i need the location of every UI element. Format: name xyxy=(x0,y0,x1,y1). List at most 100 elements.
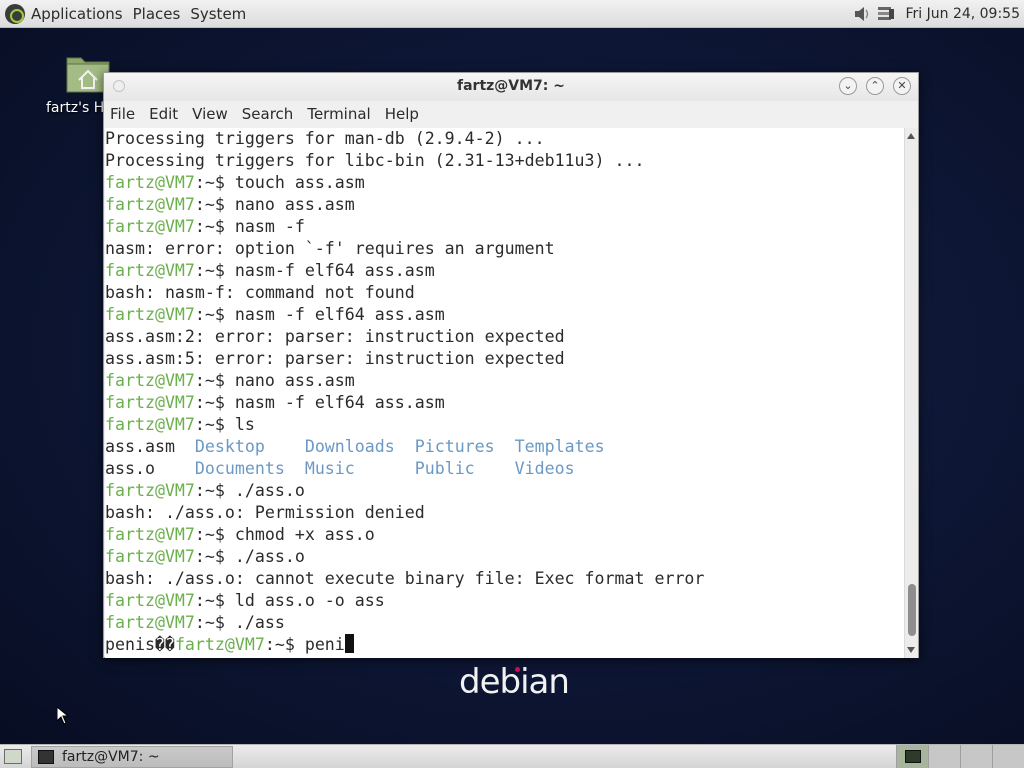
close-button[interactable]: ✕ xyxy=(893,77,911,95)
command-text: touch ass.asm xyxy=(234,173,365,192)
file-entry: ass.o xyxy=(105,459,195,478)
menu-search[interactable]: Search xyxy=(242,105,294,123)
directory-entry: Music xyxy=(304,459,415,478)
command-line: fartz@VM7:~$ ld ass.o -o ass xyxy=(105,590,905,612)
window-titlebar[interactable]: fartz@VM7: ~ ⌄ ⌃ ✕ xyxy=(104,73,918,101)
output-text: ass.asm:5: error: parser: instruction ex… xyxy=(105,349,565,368)
prompt-symbol: :~$ xyxy=(194,173,235,192)
command-line: fartz@VM7:~$ ./ass.o xyxy=(105,480,905,502)
directory-entry: Public xyxy=(414,459,515,478)
menu-help[interactable]: Help xyxy=(385,105,419,123)
clock[interactable]: Fri Jun 24, 09:55 xyxy=(905,6,1020,22)
mate-logo-icon[interactable] xyxy=(5,3,25,24)
workspace-2[interactable] xyxy=(928,745,960,768)
minimize-button[interactable]: ⌄ xyxy=(839,77,857,95)
menu-terminal[interactable]: Terminal xyxy=(307,105,370,123)
prompt-user-host: fartz@VM7 xyxy=(105,547,195,566)
current-prompt-line: penis��fartz@VM7:~$ peni xyxy=(105,634,905,656)
prompt-user-host: fartz@VM7 xyxy=(105,415,195,434)
menu-file[interactable]: File xyxy=(110,105,135,123)
text-cursor xyxy=(344,634,354,653)
prompt-user-host: fartz@VM7 xyxy=(105,481,195,500)
speaker-icon[interactable] xyxy=(853,5,871,23)
prompt-user-host: fartz@VM7 xyxy=(105,173,195,192)
output-text: Processing triggers for libc-bin (2.31-1… xyxy=(105,151,645,170)
output-line: bash: ./ass.o: cannot execute binary fil… xyxy=(105,568,905,590)
prompt-symbol: :~$ xyxy=(194,613,235,632)
terminal-icon xyxy=(38,750,54,764)
command-text: nasm-f elf64 ass.asm xyxy=(234,261,435,280)
prompt-symbol: :~$ xyxy=(194,305,235,324)
output-line: ass.asm:2: error: parser: instruction ex… xyxy=(105,326,905,348)
bottom-panel: fartz@VM7: ~ xyxy=(0,744,1024,768)
workspace-window-thumbnail xyxy=(905,750,921,763)
prompt-user-host: fartz@VM7 xyxy=(105,195,195,214)
system-tray: Fri Jun 24, 09:55 xyxy=(853,0,1020,28)
output-line: Processing triggers for man-db (2.9.4-2)… xyxy=(105,128,905,150)
places-menu[interactable]: Places xyxy=(133,5,181,23)
command-text: ls xyxy=(234,415,255,434)
command-text: ./ass.o xyxy=(234,547,305,566)
output-text: ass.asm:2: error: parser: instruction ex… xyxy=(105,327,565,346)
output-line: bash: nasm-f: command not found xyxy=(105,282,905,304)
command-line: fartz@VM7:~$ nasm -f xyxy=(105,216,905,238)
command-line: fartz@VM7:~$ nano ass.asm xyxy=(105,194,905,216)
workspace-4[interactable] xyxy=(992,745,1024,768)
applications-menu[interactable]: Applications xyxy=(31,5,123,23)
output-text: bash: nasm-f: command not found xyxy=(105,283,415,302)
prompt-user-host: fartz@VM7 xyxy=(105,217,195,236)
scroll-down-arrow-icon[interactable] xyxy=(907,647,915,653)
output-text: nasm: error: option `-f' requires an arg… xyxy=(105,239,555,258)
command-text: ./ass xyxy=(234,613,285,632)
prompt-symbol: :~$ xyxy=(194,217,235,236)
command-text: peni xyxy=(304,635,345,654)
debian-logo: debian xyxy=(459,662,570,702)
command-text: nano ass.asm xyxy=(234,371,355,390)
command-line: fartz@VM7:~$ nano ass.asm xyxy=(105,370,905,392)
command-line: fartz@VM7:~$ chmod +x ass.o xyxy=(105,524,905,546)
prompt-user-host: fartz@VM7 xyxy=(105,261,195,280)
prompt-symbol: :~$ xyxy=(194,415,235,434)
command-text: chmod +x ass.o xyxy=(234,525,375,544)
command-line: fartz@VM7:~$ ./ass xyxy=(105,612,905,634)
command-line: fartz@VM7:~$ touch ass.asm xyxy=(105,172,905,194)
prompt-user-host: fartz@VM7 xyxy=(174,635,265,654)
maximize-button[interactable]: ⌃ xyxy=(866,77,884,95)
command-text: nano ass.asm xyxy=(234,195,355,214)
top-panel: Applications Places System Fri Jun 24, 0… xyxy=(0,0,1024,28)
terminal-scrollbar[interactable] xyxy=(904,128,918,658)
command-line: fartz@VM7:~$ ls xyxy=(105,414,905,436)
window-title: fartz@VM7: ~ xyxy=(457,78,565,94)
show-desktop-icon[interactable] xyxy=(4,749,22,764)
directory-entry: Desktop xyxy=(194,437,305,456)
directory-entry: Documents xyxy=(194,459,305,478)
command-text: nasm -f elf64 ass.asm xyxy=(234,305,445,324)
output-line: Processing triggers for libc-bin (2.31-1… xyxy=(105,150,905,172)
prompt-symbol: :~$ xyxy=(194,195,235,214)
system-menu[interactable]: System xyxy=(190,5,246,23)
prompt-user-host: fartz@VM7 xyxy=(105,393,195,412)
workspace-1[interactable] xyxy=(896,745,928,768)
home-folder-label[interactable]: fartz's H xyxy=(46,100,104,116)
prompt-symbol: :~$ xyxy=(194,525,235,544)
prompt-symbol: :~$ xyxy=(194,481,235,500)
command-line: fartz@VM7:~$ nasm-f elf64 ass.asm xyxy=(105,260,905,282)
terminal-output[interactable]: Processing triggers for man-db (2.9.4-2)… xyxy=(105,128,905,658)
directory-entry: Downloads xyxy=(304,437,415,456)
menu-view[interactable]: View xyxy=(192,105,228,123)
workspace-switcher xyxy=(896,745,1024,768)
directory-entry: Videos xyxy=(514,459,575,478)
workspace-3[interactable] xyxy=(960,745,992,768)
directory-entry: Templates xyxy=(514,437,605,456)
command-text: nasm -f xyxy=(234,217,305,236)
prompt-symbol: :~$ xyxy=(264,635,305,654)
output-text: bash: ./ass.o: cannot execute binary fil… xyxy=(105,569,705,588)
network-icon[interactable] xyxy=(877,5,895,23)
scrollbar-thumb[interactable] xyxy=(908,584,916,636)
prompt-user-host: fartz@VM7 xyxy=(105,525,195,544)
scroll-up-arrow-icon[interactable] xyxy=(907,133,915,139)
menu-edit[interactable]: Edit xyxy=(149,105,178,123)
prompt-symbol: :~$ xyxy=(194,393,235,412)
taskbar-terminal-button[interactable]: fartz@VM7: ~ xyxy=(31,746,233,768)
command-text: ld ass.o -o ass xyxy=(234,591,385,610)
